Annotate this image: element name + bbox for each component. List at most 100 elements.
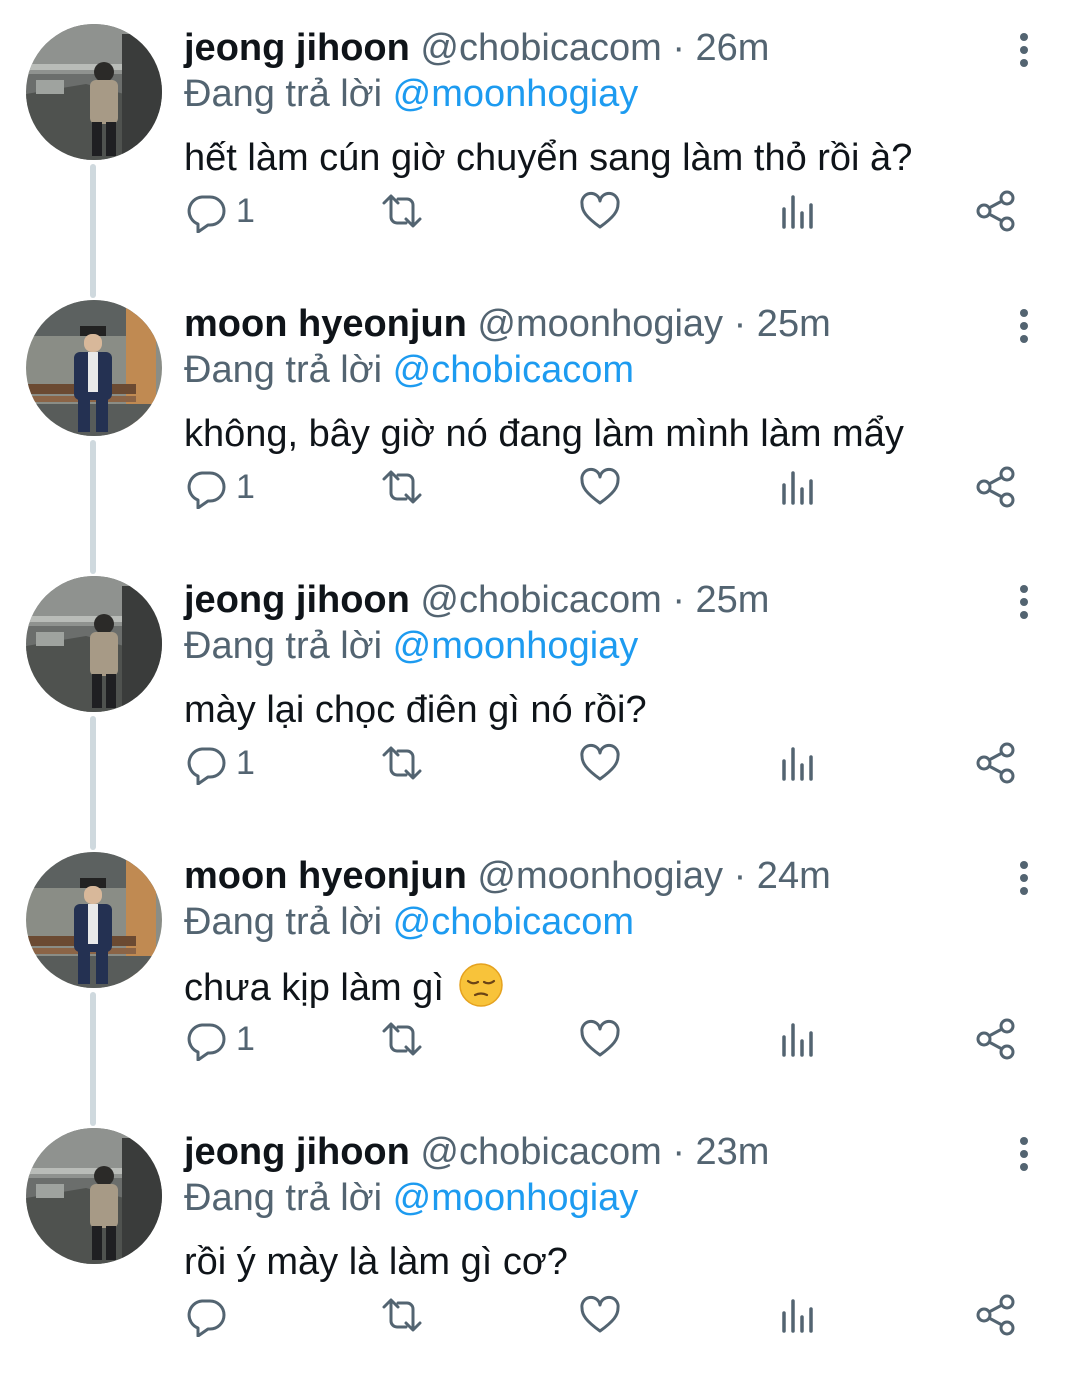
mention-link[interactable]: @moonhogiay — [393, 625, 639, 667]
reply-count: 1 — [236, 743, 255, 782]
garage-photo-avatar — [26, 1128, 162, 1264]
analytics-button[interactable] — [776, 186, 820, 236]
tweet[interactable]: moon hyeonjun @moonhogiay · 25m Đang trả… — [0, 276, 1080, 552]
display-name[interactable]: jeong jihoon — [184, 1131, 410, 1173]
display-name[interactable]: moon hyeonjun — [184, 303, 467, 345]
tweet[interactable]: moon hyeonjun @moonhogiay · 24m Đang trả… — [0, 828, 1080, 1104]
retweet-button[interactable] — [380, 462, 424, 512]
retweet-button[interactable] — [380, 186, 424, 236]
reply-icon — [187, 195, 226, 233]
display-name[interactable]: jeong jihoon — [184, 579, 410, 621]
handle-time: @chobicacom · 26m — [409, 27, 770, 69]
tweet-text: hết làm cún giờ chuyển sang làm thỏ rồi … — [184, 137, 913, 179]
retweet-button[interactable] — [380, 1290, 424, 1340]
avatar[interactable] — [26, 24, 162, 160]
replying-to: Đang trả lời @chobicacom — [184, 901, 635, 943]
tweet[interactable]: jeong jihoon @chobicacom · 23m Đang trả … — [0, 1104, 1080, 1380]
retweet-icon — [382, 194, 422, 228]
reply-button[interactable]: 1 — [184, 186, 255, 236]
more-options-button[interactable] — [1004, 28, 1044, 72]
more-options-button[interactable] — [1004, 1132, 1044, 1176]
tweet[interactable]: jeong jihoon @chobicacom · 26m Đang trả … — [0, 0, 1080, 276]
tweet-header: jeong jihoon @chobicacom · 26m — [184, 26, 769, 70]
reply-button[interactable]: 1 — [184, 1014, 255, 1064]
heart-icon — [580, 467, 620, 505]
handle-time: @chobicacom · 23m — [409, 1131, 770, 1173]
tweet[interactable]: jeong jihoon @chobicacom · 25m Đang trả … — [0, 552, 1080, 828]
retweet-button[interactable] — [380, 738, 424, 788]
action-bar: 1 — [184, 462, 1044, 512]
reply-button[interactable]: 1 — [184, 738, 255, 788]
share-button[interactable] — [974, 1014, 1018, 1064]
like-button[interactable] — [578, 462, 622, 512]
reply-count: 1 — [236, 1019, 255, 1058]
replying-to: Đang trả lời @moonhogiay — [184, 625, 639, 667]
action-bar: 1 — [184, 738, 1044, 788]
analytics-icon — [782, 471, 813, 505]
avatar[interactable] — [26, 1128, 162, 1264]
replying-to: Đang trả lời @chobicacom — [184, 349, 635, 391]
reply-icon — [187, 1023, 226, 1061]
display-name[interactable]: moon hyeonjun — [184, 855, 467, 897]
avatar[interactable] — [26, 576, 162, 712]
analytics-icon — [782, 747, 813, 781]
like-button[interactable] — [578, 1290, 622, 1340]
replying-to: Đang trả lời @moonhogiay — [184, 73, 639, 115]
like-button[interactable] — [578, 738, 622, 788]
share-button[interactable] — [974, 738, 1018, 788]
retweet-icon — [382, 746, 422, 780]
heart-icon — [580, 1019, 620, 1057]
suit-bench-photo-avatar — [26, 852, 162, 988]
more-vertical-icon — [1020, 585, 1028, 619]
mention-link[interactable]: @moonhogiay — [393, 1177, 639, 1219]
tweet-text: chưa kịp làm gì — [184, 962, 504, 1012]
more-options-button[interactable] — [1004, 304, 1044, 348]
share-icon — [976, 190, 1015, 232]
like-button[interactable] — [578, 1014, 622, 1064]
replying-to: Đang trả lời @moonhogiay — [184, 1177, 639, 1219]
tweet-header: moon hyeonjun @moonhogiay · 25m — [184, 302, 831, 346]
avatar[interactable] — [26, 300, 162, 436]
heart-icon — [580, 1295, 620, 1333]
reply-button[interactable]: 1 — [184, 462, 255, 512]
display-name[interactable]: jeong jihoon — [184, 27, 410, 69]
retweet-icon — [382, 470, 422, 504]
handle-time: @moonhogiay · 25m — [466, 303, 831, 345]
reply-icon — [187, 747, 226, 785]
more-options-button[interactable] — [1004, 580, 1044, 624]
more-vertical-icon — [1020, 861, 1028, 895]
analytics-button[interactable] — [776, 462, 820, 512]
mention-link[interactable]: @moonhogiay — [393, 73, 639, 115]
analytics-button[interactable] — [776, 1014, 820, 1064]
reply-count: 1 — [236, 467, 255, 506]
reply-button[interactable] — [184, 1290, 236, 1340]
like-button[interactable] — [578, 186, 622, 236]
retweet-icon — [382, 1022, 422, 1056]
analytics-button[interactable] — [776, 738, 820, 788]
mention-link[interactable]: @chobicacom — [393, 349, 634, 391]
action-bar — [184, 1290, 1044, 1340]
reply-count: 1 — [236, 191, 255, 230]
share-icon — [976, 466, 1015, 508]
more-options-button[interactable] — [1004, 856, 1044, 900]
share-button[interactable] — [974, 186, 1018, 236]
more-vertical-icon — [1020, 1137, 1028, 1171]
analytics-button[interactable] — [776, 1290, 820, 1340]
handle-time: @moonhogiay · 24m — [466, 855, 831, 897]
share-button[interactable] — [974, 1290, 1018, 1340]
more-vertical-icon — [1020, 309, 1028, 343]
share-icon — [976, 1018, 1015, 1060]
handle-time: @chobicacom · 25m — [409, 579, 770, 621]
action-bar: 1 — [184, 1014, 1044, 1064]
analytics-icon — [782, 1299, 813, 1333]
tweet-header: jeong jihoon @chobicacom · 23m — [184, 1130, 769, 1174]
garage-photo-avatar — [26, 24, 162, 160]
mention-link[interactable]: @chobicacom — [393, 901, 634, 943]
avatar[interactable] — [26, 852, 162, 988]
retweet-button[interactable] — [380, 1014, 424, 1064]
share-button[interactable] — [974, 462, 1018, 512]
share-icon — [976, 742, 1015, 784]
reply-icon — [187, 1299, 226, 1337]
heart-icon — [580, 191, 620, 229]
action-bar: 1 — [184, 186, 1044, 236]
